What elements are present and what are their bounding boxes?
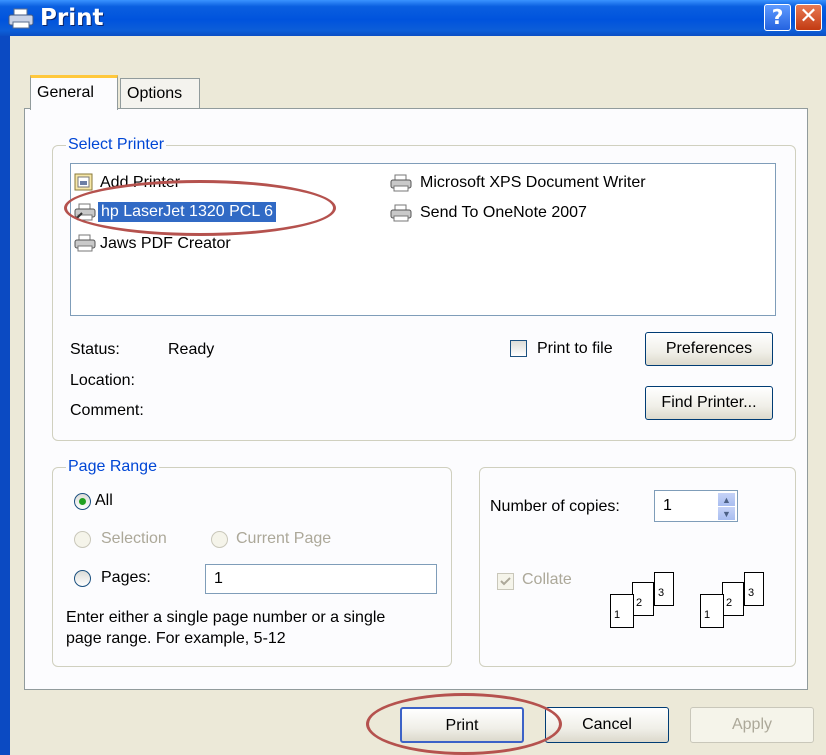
radio-pages-label[interactable]: Pages: <box>101 568 151 588</box>
collate-page-1: 1 <box>700 594 724 628</box>
window-border-left <box>0 36 10 755</box>
printer-item-microsoft-xps[interactable]: Microsoft XPS Document Writer <box>390 172 710 194</box>
copies-spin-up[interactable]: ▲ <box>717 492 736 507</box>
printer-item-label: Microsoft XPS Document Writer <box>420 174 646 191</box>
radio-selection-label[interactable]: Selection <box>101 529 167 549</box>
radio-all[interactable] <box>74 493 91 510</box>
select-printer-legend: Select Printer <box>66 136 167 154</box>
print-button[interactable]: Print <box>400 707 524 743</box>
radio-selected-dot <box>79 498 86 505</box>
pages-input[interactable]: 1 <box>205 564 437 594</box>
collate-checkbox[interactable] <box>497 573 514 590</box>
preferences-button[interactable]: Preferences <box>645 332 773 366</box>
add-printer-icon <box>74 173 93 191</box>
collate-page-2: 2 <box>632 582 654 616</box>
window-title: Print <box>40 5 104 31</box>
print-to-file-label[interactable]: Print to file <box>537 339 613 359</box>
help-button[interactable]: ? <box>764 4 791 31</box>
collate-illustration-1: 3 2 1 <box>610 572 690 632</box>
radio-all-label[interactable]: All <box>95 491 113 511</box>
collate-illustration-2: 3 2 1 <box>700 572 780 632</box>
copies-spin-down[interactable]: ▼ <box>717 506 736 521</box>
page-range-help-line2: page range. For example, 5-12 <box>66 630 286 647</box>
apply-button[interactable]: Apply <box>690 707 814 743</box>
radio-current-page-label[interactable]: Current Page <box>236 529 331 549</box>
printer-item-label: Jaws PDF Creator <box>100 235 231 252</box>
find-printer-button[interactable]: Find Printer... <box>645 386 773 420</box>
collate-page-3: 3 <box>744 572 764 606</box>
copies-value: 1 <box>663 497 672 514</box>
page-range-legend: Page Range <box>66 458 159 476</box>
title-bar[interactable] <box>0 0 826 36</box>
printer-icon <box>74 234 96 252</box>
printer-icon <box>390 174 412 192</box>
printer-item-jaws-pdf[interactable]: Jaws PDF Creator <box>74 232 274 254</box>
collate-page-3: 3 <box>654 572 674 606</box>
tab-general[interactable]: General <box>30 75 118 110</box>
collate-label: Collate <box>522 571 572 588</box>
comment-label: Comment: <box>70 402 144 419</box>
printer-item-onenote[interactable]: Send To OneNote 2007 <box>390 202 710 224</box>
status-value: Ready <box>168 341 215 358</box>
close-button[interactable]: ✕ <box>795 4 822 31</box>
printer-item-hp-laserjet[interactable]: hp LaserJet 1320 PCL 6 <box>74 200 334 224</box>
location-label: Location: <box>70 372 135 389</box>
printer-item-label: Add Printer <box>100 174 181 191</box>
status-label: Status: <box>70 341 120 358</box>
collate-page-2: 2 <box>722 582 744 616</box>
number-of-copies-label: Number of copies: <box>490 498 620 515</box>
radio-selection[interactable] <box>74 531 91 548</box>
print-to-file-checkbox[interactable] <box>510 340 527 357</box>
checkmark-icon <box>500 577 511 586</box>
radio-current-page[interactable] <box>211 531 228 548</box>
printer-icon <box>74 203 96 221</box>
printer-item-label: Send To OneNote 2007 <box>420 204 587 221</box>
printer-item-add-printer[interactable]: Add Printer <box>74 172 274 194</box>
printer-icon <box>390 204 412 222</box>
tab-options[interactable]: Options <box>120 78 200 110</box>
collate-page-1: 1 <box>610 594 634 628</box>
page-range-help-line1: Enter either a single page number or a s… <box>66 609 386 626</box>
cancel-button[interactable]: Cancel <box>545 707 669 743</box>
printer-item-label: hp LaserJet 1320 PCL 6 <box>98 202 276 222</box>
radio-pages[interactable] <box>74 570 91 587</box>
printer-title-icon <box>8 8 34 29</box>
